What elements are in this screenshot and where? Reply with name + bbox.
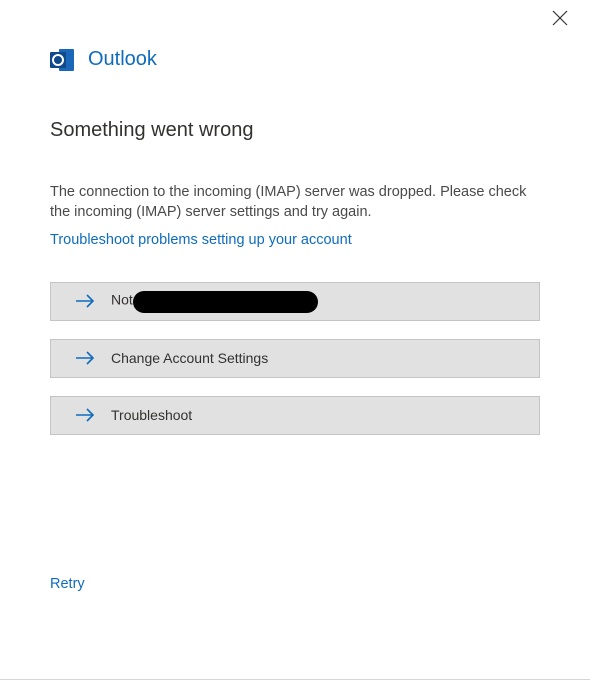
dialog-content: Outlook Something went wrong The connect…	[0, 0, 590, 435]
arrow-right-icon	[75, 351, 95, 365]
not-account-label: Not	[111, 290, 318, 312]
arrow-right-icon	[75, 408, 95, 422]
arrow-right-icon	[75, 294, 95, 308]
outlook-icon	[50, 49, 74, 71]
app-name: Outlook	[88, 48, 157, 71]
app-header: Outlook	[50, 48, 540, 71]
dialog-title: Something went wrong	[50, 119, 540, 142]
close-icon	[552, 10, 568, 26]
retry-link[interactable]: Retry	[50, 576, 85, 592]
troubleshoot-help-link[interactable]: Troubleshoot problems setting up your ac…	[50, 232, 352, 248]
close-button[interactable]	[552, 10, 568, 26]
change-settings-label: Change Account Settings	[111, 350, 268, 366]
error-message: The connection to the incoming (IMAP) se…	[50, 182, 540, 223]
divider	[0, 679, 590, 680]
not-account-button[interactable]: Not	[50, 282, 540, 321]
troubleshoot-button[interactable]: Troubleshoot	[50, 396, 540, 435]
change-account-settings-button[interactable]: Change Account Settings	[50, 339, 540, 378]
redacted-email	[133, 291, 318, 313]
troubleshoot-label: Troubleshoot	[111, 407, 192, 423]
